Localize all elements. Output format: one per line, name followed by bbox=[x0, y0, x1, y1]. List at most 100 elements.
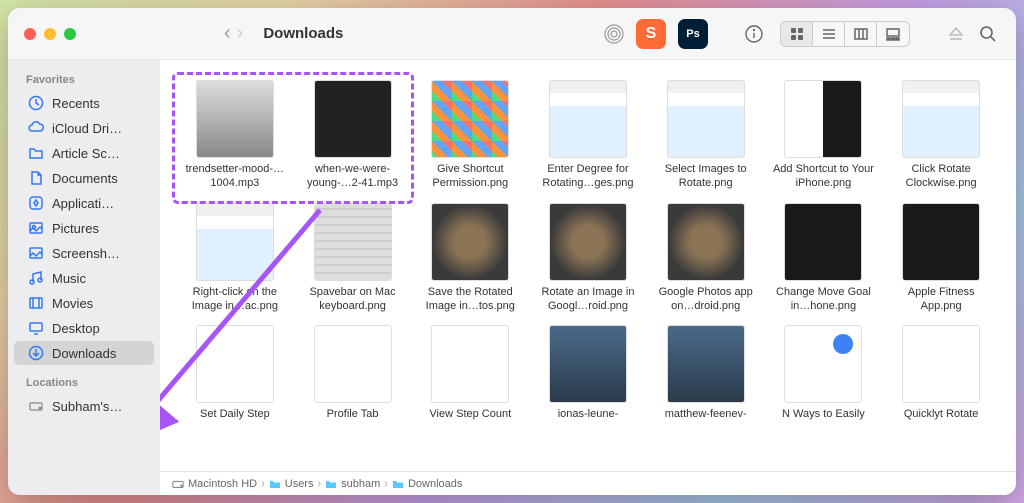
file-item[interactable]: Change Move Goal in…hone.png bbox=[769, 203, 879, 314]
sidebar-item-iclouddri[interactable]: iCloud Dri… bbox=[14, 116, 154, 140]
sidebar-item-label: Movies bbox=[52, 296, 93, 311]
sidebar-item-applicati[interactable]: Applicati… bbox=[14, 191, 154, 215]
path-bar[interactable]: Macintosh HD›Users›subham›Downloads bbox=[160, 471, 1016, 495]
file-thumbnail bbox=[431, 203, 509, 281]
download-icon bbox=[28, 345, 44, 361]
file-thumbnail bbox=[667, 325, 745, 403]
file-name: Select Images to Rotate.png bbox=[651, 162, 761, 191]
file-name: Profile Tab bbox=[327, 407, 379, 421]
eject-icon[interactable] bbox=[944, 22, 968, 46]
sidebar-item-label: Article Sc… bbox=[52, 146, 120, 161]
sidebar-item-music[interactable]: Music bbox=[14, 266, 154, 290]
sidebar-item-movies[interactable]: Movies bbox=[14, 291, 154, 315]
file-item[interactable]: N Ways to Easily bbox=[769, 325, 879, 421]
path-segment[interactable]: Users bbox=[285, 478, 314, 490]
sidebar-location-item[interactable]: Subham's… bbox=[14, 394, 154, 418]
file-thumbnail bbox=[549, 325, 627, 403]
file-item[interactable]: View Step Count bbox=[415, 325, 525, 421]
sidebar-item-recents[interactable]: Recents bbox=[14, 91, 154, 115]
icon-view-button[interactable] bbox=[781, 22, 813, 46]
drive-icon bbox=[172, 478, 184, 490]
file-name: Add Shortcut to Your iPhone.png bbox=[769, 162, 879, 191]
file-thumbnail bbox=[196, 80, 274, 158]
file-item[interactable]: when-we-were-young-…2-41.mp3 bbox=[298, 80, 408, 191]
path-segment[interactable]: Macintosh HD bbox=[188, 478, 257, 490]
file-name: Give Shortcut Permission.png bbox=[415, 162, 525, 191]
file-item[interactable]: Enter Degree for Rotating…ges.png bbox=[533, 80, 643, 191]
file-name: ionas-leune- bbox=[558, 407, 619, 421]
sidebar-item-label: Downloads bbox=[52, 346, 116, 361]
file-item[interactable]: Select Images to Rotate.png bbox=[651, 80, 761, 191]
info-icon[interactable] bbox=[742, 22, 766, 46]
app-icon-photoshop[interactable]: Ps bbox=[678, 19, 708, 49]
file-thumbnail bbox=[784, 80, 862, 158]
close-button[interactable] bbox=[24, 28, 36, 40]
file-thumbnail bbox=[314, 203, 392, 281]
file-item[interactable]: Quicklyt Rotate bbox=[886, 325, 996, 421]
maximize-button[interactable] bbox=[64, 28, 76, 40]
file-thumbnail bbox=[314, 325, 392, 403]
camera-icon bbox=[28, 245, 44, 261]
back-button[interactable]: ‹ bbox=[224, 22, 231, 45]
file-thumbnail bbox=[902, 203, 980, 281]
sidebar-section-favorites: Favorites bbox=[8, 70, 160, 90]
file-item[interactable]: trendsetter-mood-…1004.mp3 bbox=[180, 80, 290, 191]
search-icon[interactable] bbox=[976, 22, 1000, 46]
file-item[interactable]: Save the Rotated Image in…tos.png bbox=[415, 203, 525, 314]
nav-arrows: ‹ › bbox=[224, 22, 243, 45]
folder-icon bbox=[325, 478, 337, 490]
file-thumbnail bbox=[784, 325, 862, 403]
clock-icon bbox=[28, 95, 44, 111]
file-item[interactable]: Add Shortcut to Your iPhone.png bbox=[769, 80, 879, 191]
minimize-button[interactable] bbox=[44, 28, 56, 40]
sidebar-item-pictures[interactable]: Pictures bbox=[14, 216, 154, 240]
toolbar: ‹ › Downloads S Ps bbox=[8, 8, 1016, 60]
file-item[interactable]: Profile Tab bbox=[298, 325, 408, 421]
gallery-view-button[interactable] bbox=[877, 22, 909, 46]
music-icon bbox=[28, 270, 44, 286]
file-item[interactable]: Set Daily Step bbox=[180, 325, 290, 421]
file-item[interactable]: matthew-feenev- bbox=[651, 325, 761, 421]
file-name: Click Rotate Clockwise.png bbox=[886, 162, 996, 191]
sidebar-item-label: Documents bbox=[52, 171, 118, 186]
file-thumbnail bbox=[314, 80, 392, 158]
cloud-icon bbox=[28, 120, 44, 136]
file-name: Set Daily Step bbox=[200, 407, 270, 421]
file-name: trendsetter-mood-…1004.mp3 bbox=[180, 162, 290, 191]
file-name: Right-click on the Image in…ac.png bbox=[180, 285, 290, 314]
file-grid[interactable]: trendsetter-mood-…1004.mp3 when-we-were-y… bbox=[160, 60, 1016, 471]
file-item[interactable]: Google Photos app on…droid.png bbox=[651, 203, 761, 314]
file-name: Enter Degree for Rotating…ges.png bbox=[533, 162, 643, 191]
file-item[interactable]: Click Rotate Clockwise.png bbox=[886, 80, 996, 191]
file-thumbnail bbox=[549, 80, 627, 158]
file-item[interactable]: Right-click on the Image in…ac.png bbox=[180, 203, 290, 314]
path-segment[interactable]: subham bbox=[341, 478, 380, 490]
file-item[interactable]: ionas-leune- bbox=[533, 325, 643, 421]
sidebar-item-label: Music bbox=[52, 271, 86, 286]
app-icon-s[interactable]: S bbox=[636, 19, 666, 49]
path-segment[interactable]: Downloads bbox=[408, 478, 462, 490]
sidebar-item-screensh[interactable]: Screensh… bbox=[14, 241, 154, 265]
sidebar-item-desktop[interactable]: Desktop bbox=[14, 316, 154, 340]
file-item[interactable]: Rotate an Image in Googl…roid.png bbox=[533, 203, 643, 314]
forward-button[interactable]: › bbox=[237, 22, 244, 45]
sidebar-item-articlesc[interactable]: Article Sc… bbox=[14, 141, 154, 165]
file-item[interactable]: Apple Fitness App.png bbox=[886, 203, 996, 314]
film-icon bbox=[28, 295, 44, 311]
file-item[interactable]: Give Shortcut Permission.png bbox=[415, 80, 525, 191]
file-name: Rotate an Image in Googl…roid.png bbox=[533, 285, 643, 314]
column-view-button[interactable] bbox=[845, 22, 877, 46]
sidebar-item-documents[interactable]: Documents bbox=[14, 166, 154, 190]
folder-icon bbox=[392, 478, 404, 490]
list-view-button[interactable] bbox=[813, 22, 845, 46]
sidebar-item-downloads[interactable]: Downloads bbox=[14, 341, 154, 365]
file-thumbnail bbox=[784, 203, 862, 281]
file-name: when-we-were-young-…2-41.mp3 bbox=[298, 162, 408, 191]
sidebar-item-label: Subham's… bbox=[52, 399, 122, 414]
sidebar-item-label: Screensh… bbox=[52, 246, 120, 261]
file-item[interactable]: Spavebar on Mac keyboard.png bbox=[298, 203, 408, 314]
drive-icon bbox=[28, 398, 44, 414]
sidebar-item-label: Applicati… bbox=[52, 196, 114, 211]
file-name: View Step Count bbox=[429, 407, 511, 421]
airdrop-icon[interactable] bbox=[602, 22, 626, 46]
